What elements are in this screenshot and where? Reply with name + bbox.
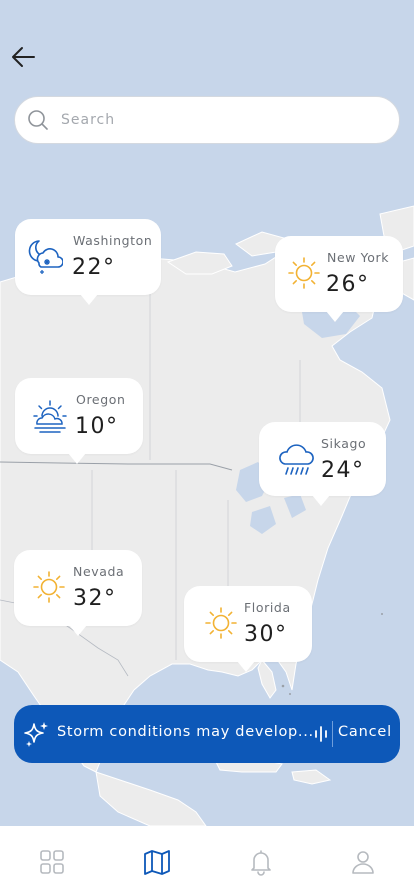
city-card-nevada[interactable]: Nevada 32°	[14, 550, 142, 626]
search-input[interactable]	[59, 111, 363, 129]
city-name: New York	[327, 250, 390, 265]
bell-icon[interactable]	[245, 846, 277, 878]
city-name: Oregon	[76, 392, 126, 407]
search-icon	[28, 110, 48, 130]
sun-cloud-icon	[33, 400, 67, 433]
map-icon[interactable]	[141, 846, 173, 878]
bottom-navigation	[0, 826, 414, 896]
cloud-rain-icon	[279, 444, 314, 475]
alert-divider	[332, 721, 333, 747]
city-card-new-york[interactable]: New York 26°	[275, 236, 403, 312]
city-name: Nevada	[73, 564, 125, 579]
moon-cloud-snow-icon	[28, 240, 63, 274]
audio-wave-icon[interactable]	[313, 725, 329, 743]
city-temperature: 26°	[326, 272, 370, 297]
sun-icon	[288, 257, 320, 289]
grid-icon[interactable]	[36, 846, 68, 878]
sun-icon	[33, 571, 65, 603]
search-bar	[14, 96, 400, 144]
city-card-washington[interactable]: Washington 22°	[15, 219, 161, 295]
alert-message: Storm conditions may develop...	[57, 724, 314, 740]
city-card-sikago[interactable]: Sikago 24°	[259, 422, 386, 496]
city-temperature: 30°	[244, 622, 288, 647]
sun-icon	[205, 607, 237, 639]
storm-alert-banner[interactable]: Storm conditions may develop... Cancel	[14, 705, 400, 763]
city-temperature: 24°	[321, 458, 365, 483]
sparkle-icon	[24, 722, 48, 747]
city-name: Florida	[244, 600, 291, 615]
city-temperature: 32°	[73, 586, 117, 611]
city-temperature: 10°	[75, 414, 119, 439]
back-button[interactable]	[8, 42, 38, 72]
cancel-button[interactable]: Cancel	[338, 724, 392, 740]
city-card-oregon[interactable]: Oregon 10°	[15, 378, 143, 454]
user-icon[interactable]	[347, 846, 379, 878]
city-name: Sikago	[321, 436, 367, 451]
city-temperature: 22°	[72, 255, 116, 280]
city-card-florida[interactable]: Florida 30°	[184, 586, 312, 662]
arrow-left-icon	[12, 47, 35, 67]
city-name: Washington	[73, 233, 153, 248]
